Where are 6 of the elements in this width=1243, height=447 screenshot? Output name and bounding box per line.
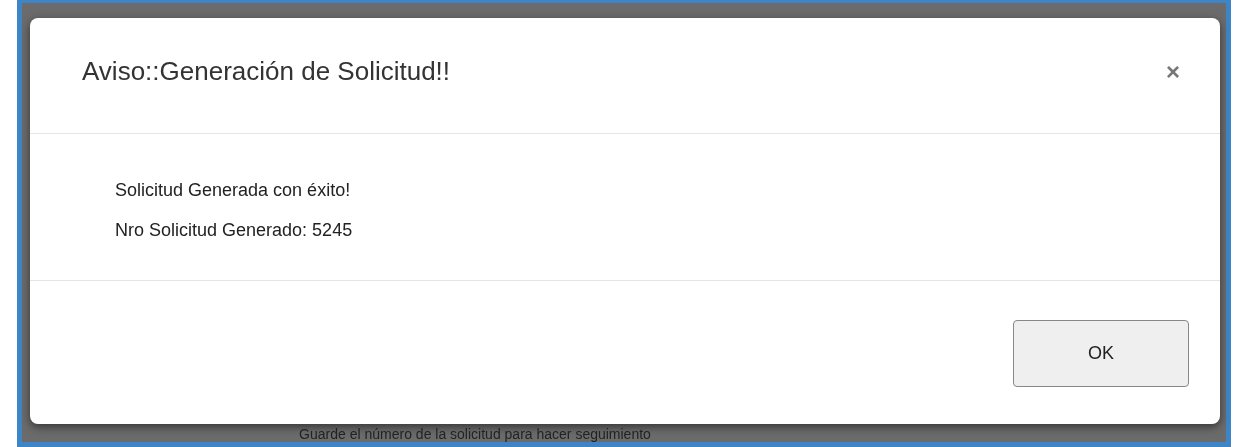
dialog-title: Aviso::Generación de Solicitud!!: [82, 56, 451, 87]
ok-button[interactable]: OK: [1013, 320, 1189, 387]
message-line: Solicitud Generada con éxito!: [115, 179, 352, 202]
background-note: Guarde el número de la solicitud para hacer seguimiento: [298, 426, 652, 442]
message-line: Nro Solicitud Generado: 5245: [115, 219, 354, 242]
close-button[interactable]: ×: [1166, 57, 1180, 86]
